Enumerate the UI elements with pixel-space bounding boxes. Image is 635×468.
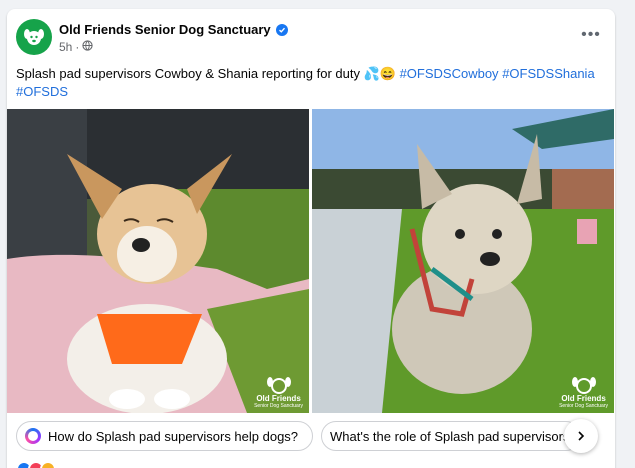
photo-shania[interactable]: Old Friends Senior Dog Sanctuary: [312, 109, 614, 413]
suggestion-chip[interactable]: What's the role of Splash pad supervisor…: [321, 421, 581, 451]
globe-icon: [82, 40, 93, 54]
reaction-summary[interactable]: [16, 461, 56, 468]
post-card: Old Friends Senior Dog Sanctuary 5h · ••…: [7, 9, 615, 468]
post-timestamp[interactable]: 5h: [59, 40, 72, 54]
ai-suggestions: How do Splash pad supervisors help dogs?…: [16, 421, 581, 451]
page-name-link[interactable]: Old Friends Senior Dog Sanctuary: [59, 22, 271, 37]
photo-grid: Old Friends Senior Dog Sanctuary Old Fri…: [7, 109, 615, 413]
watermark-title: Old Friends: [256, 394, 301, 403]
hashtag-link[interactable]: #OFSDS: [16, 84, 68, 99]
chevron-right-icon[interactable]: [564, 419, 598, 453]
watermark-subtitle: Senior Dog Sanctuary: [254, 403, 303, 409]
page-avatar[interactable]: [16, 19, 52, 55]
hashtag-link[interactable]: #OFSDSCowboy: [400, 66, 499, 81]
more-options-icon[interactable]: •••: [578, 25, 604, 45]
suggestion-chip[interactable]: How do Splash pad supervisors help dogs?: [16, 421, 313, 451]
haha-reaction-icon: [40, 461, 56, 468]
dog-logo-icon: [24, 29, 44, 45]
watermark-logo: Old Friends Senior Dog Sanctuary: [254, 376, 303, 409]
suggestion-text: What's the role of Splash pad supervisor…: [330, 428, 577, 444]
watermark-logo: Old Friends Senior Dog Sanctuary: [559, 376, 608, 409]
photo-cowboy[interactable]: Old Friends Senior Dog Sanctuary: [7, 109, 309, 413]
post-header: Old Friends Senior Dog Sanctuary 5h · ••…: [16, 19, 606, 63]
hashtag-link[interactable]: #OFSDSShania: [502, 66, 595, 81]
watermark-subtitle: Senior Dog Sanctuary: [559, 403, 608, 409]
meta-ai-icon: [25, 428, 41, 444]
caption-text: Splash pad supervisors Cowboy & Shania r…: [16, 66, 396, 81]
verified-badge-icon: [275, 23, 288, 36]
suggestion-text: How do Splash pad supervisors help dogs?: [48, 428, 299, 444]
meta-separator: ·: [75, 40, 80, 54]
post-caption: Splash pad supervisors Cowboy & Shania r…: [16, 65, 611, 101]
watermark-title: Old Friends: [561, 394, 606, 403]
